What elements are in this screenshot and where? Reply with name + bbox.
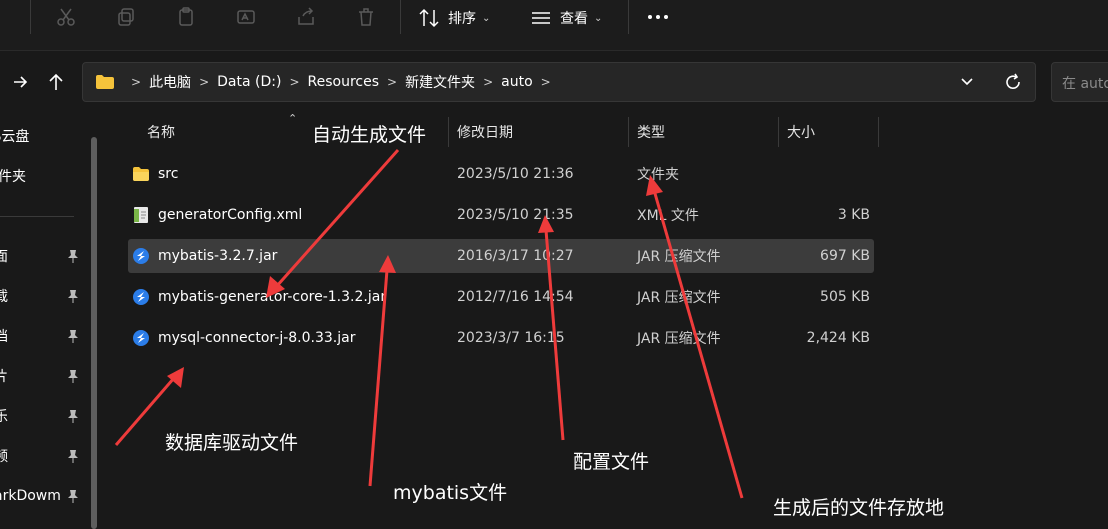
annotation-auto-gen: 自动生成文件 bbox=[312, 124, 427, 146]
arrow-config bbox=[538, 215, 565, 441]
annotation-output: 生成后的文件存放地 bbox=[773, 497, 945, 519]
annotation-mybatis: mybatis文件 bbox=[393, 482, 508, 504]
annotation-config: 配置文件 bbox=[573, 451, 650, 473]
annotation-db-driver: 数据库驱动文件 bbox=[165, 432, 299, 454]
arrow-mybatis bbox=[368, 255, 396, 487]
arrow-auto-gen bbox=[266, 149, 400, 298]
arrow-output bbox=[646, 175, 744, 499]
